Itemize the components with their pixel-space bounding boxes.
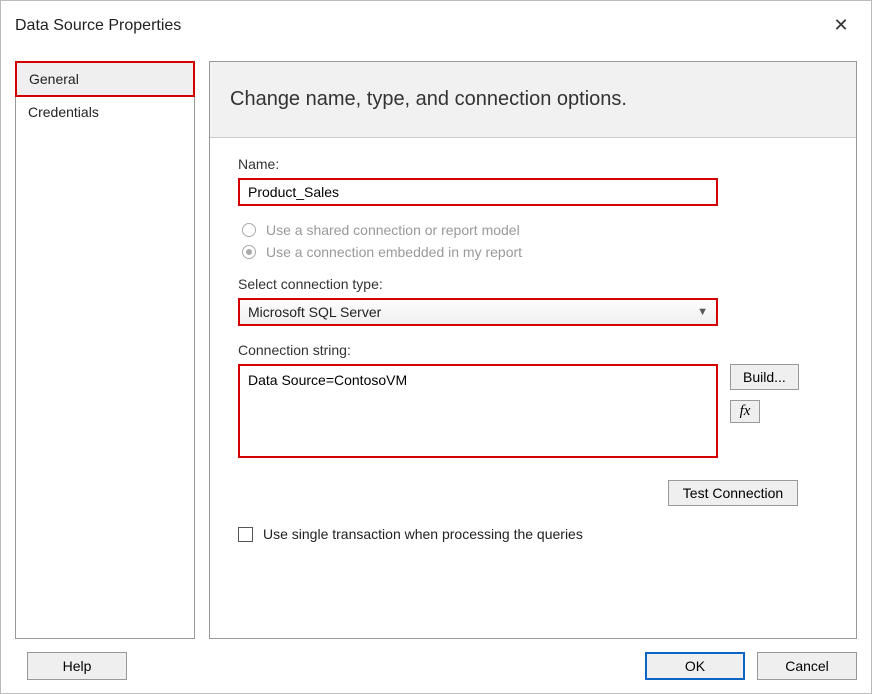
connection-string-input[interactable] <box>238 364 718 458</box>
titlebar: Data Source Properties ✕ <box>1 1 871 51</box>
connection-type-select[interactable]: Microsoft SQL Server ▼ <box>238 298 718 326</box>
test-connection-button[interactable]: Test Connection <box>668 480 798 506</box>
build-button[interactable]: Build... <box>730 364 799 390</box>
connection-string-group: Connection string: Build... fx <box>238 342 828 458</box>
dialog-body: General Credentials Change name, type, a… <box>1 51 871 639</box>
dialog-footer: Help OK Cancel <box>1 639 871 693</box>
connection-type-label: Select connection type: <box>238 276 828 292</box>
main-panel: Change name, type, and connection option… <box>209 61 857 639</box>
checkbox-icon <box>238 527 253 542</box>
connection-type-group: Select connection type: Microsoft SQL Se… <box>238 276 828 326</box>
close-icon[interactable]: ✕ <box>829 13 853 37</box>
name-input[interactable] <box>238 178 718 206</box>
single-transaction-checkbox[interactable]: Use single transaction when processing t… <box>238 526 828 542</box>
radio-embedded-connection[interactable]: Use a connection embedded in my report <box>238 244 828 260</box>
dialog-title: Data Source Properties <box>15 17 181 35</box>
sidebar-item-label: Credentials <box>28 104 99 120</box>
chevron-down-icon: ▼ <box>697 306 708 318</box>
radio-icon <box>242 223 256 237</box>
ok-button[interactable]: OK <box>645 652 745 680</box>
sidebar-item-general[interactable]: General <box>15 61 195 97</box>
connection-mode-group: Use a shared connection or report model … <box>238 222 828 260</box>
name-label: Name: <box>238 156 828 172</box>
sidebar-item-credentials[interactable]: Credentials <box>16 96 194 128</box>
sidebar-item-label: General <box>29 71 79 87</box>
main-content: Name: Use a shared connection or report … <box>210 138 856 638</box>
test-connection-row: Test Connection <box>238 480 798 506</box>
connection-type-value: Microsoft SQL Server <box>248 304 381 320</box>
checkbox-label: Use single transaction when processing t… <box>263 526 583 542</box>
main-header: Change name, type, and connection option… <box>210 62 856 138</box>
radio-label: Use a connection embedded in my report <box>266 244 522 260</box>
data-source-properties-dialog: Data Source Properties ✕ General Credent… <box>0 0 872 694</box>
radio-label: Use a shared connection or report model <box>266 222 520 238</box>
help-button[interactable]: Help <box>27 652 127 680</box>
name-field-group: Name: <box>238 156 828 206</box>
sidebar: General Credentials <box>15 61 195 639</box>
connection-string-label: Connection string: <box>238 342 828 358</box>
expression-button[interactable]: fx <box>730 400 760 423</box>
cancel-button[interactable]: Cancel <box>757 652 857 680</box>
radio-shared-connection[interactable]: Use a shared connection or report model <box>238 222 828 238</box>
radio-icon <box>242 245 256 259</box>
